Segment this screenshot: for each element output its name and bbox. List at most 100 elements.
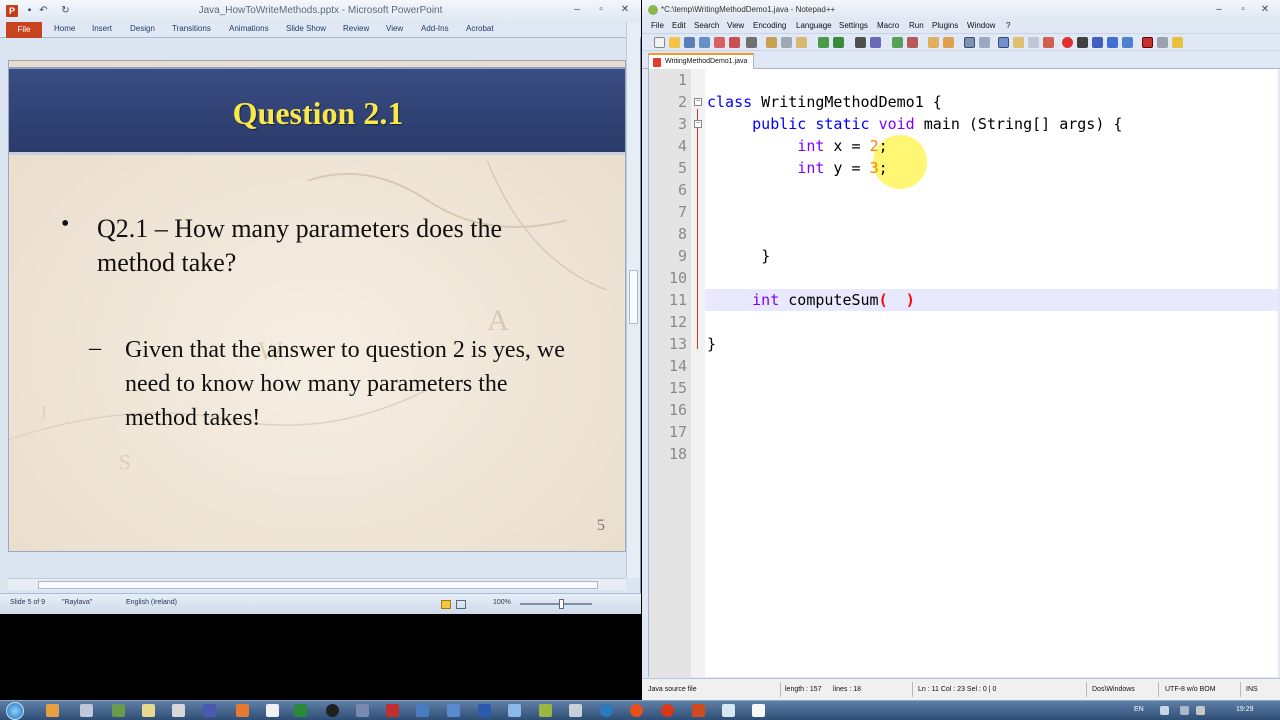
stop-macro-icon[interactable] [1077,37,1088,48]
record-macro-icon[interactable] [1062,37,1073,48]
app-icon[interactable] [80,704,93,717]
open-file-icon[interactable] [669,37,680,48]
input-language[interactable]: EN [1134,706,1144,713]
app-icon[interactable] [447,704,460,717]
cut-icon[interactable] [766,37,777,48]
menu-window[interactable]: Window [967,21,995,30]
fold-toggle-icon[interactable]: − [694,120,702,128]
zoom-out-icon[interactable] [907,37,918,48]
zoom-in-icon[interactable] [892,37,903,48]
word-icon[interactable] [478,704,491,717]
app-icon[interactable] [722,704,735,717]
fold-toggle-icon[interactable]: − [694,98,702,106]
clock[interactable]: 19:29 [1236,706,1254,713]
save-all-icon[interactable] [699,37,710,48]
app-icon[interactable] [266,704,279,717]
tab-add-ins[interactable]: Add-Ins [421,24,449,33]
spell-check-icon[interactable] [1142,37,1153,48]
tab-review[interactable]: Review [343,24,369,33]
tab-acrobat[interactable]: Acrobat [466,24,494,33]
tab-animations[interactable]: Animations [229,24,269,33]
menu-edit[interactable]: Edit [672,21,686,30]
notepadpp-logo-icon[interactable] [648,5,658,15]
menu-help[interactable]: ? [1006,21,1010,30]
tab-transitions[interactable]: Transitions [172,24,211,33]
app-icon[interactable] [236,704,249,717]
save-icon[interactable] [684,37,695,48]
app-icon[interactable] [326,704,339,717]
ie-icon[interactable] [600,704,613,717]
powerpoint-task-icon[interactable] [692,704,705,717]
browser-icon[interactable] [661,704,674,717]
tab-home[interactable]: Home [54,24,75,33]
language[interactable]: English (Ireland) [126,599,177,606]
word-wrap-icon[interactable] [964,37,975,48]
run-macro-multiple-icon[interactable] [1107,37,1118,48]
start-button[interactable] [6,702,24,720]
scroll-thumb[interactable] [38,581,598,589]
tab-design[interactable]: Design [130,24,155,33]
app-icon[interactable] [416,704,429,717]
slide[interactable]: A W S J Question 2.1 • Q2.1 – How many p… [8,60,626,552]
play-macro-icon[interactable] [1092,37,1103,48]
slide-sorter-icon[interactable] [456,600,466,609]
close-button[interactable]: ✕ [614,3,636,18]
close-button[interactable]: ✕ [1254,3,1276,18]
app-icon[interactable] [539,704,552,717]
indent-guide-icon[interactable] [998,37,1009,48]
excel-icon[interactable] [294,704,307,717]
plugin-2-icon[interactable] [1172,37,1183,48]
sync-v-icon[interactable] [928,37,939,48]
menu-plugins[interactable]: Plugins [932,21,958,30]
replace-icon[interactable] [870,37,881,48]
tab-insert[interactable]: Insert [92,24,112,33]
normal-view-icon[interactable] [441,600,451,609]
menu-encoding[interactable]: Encoding [753,21,786,30]
menu-search[interactable]: Search [694,21,719,30]
horizontal-scrollbar[interactable] [8,578,626,590]
minimize-button[interactable]: – [566,3,588,18]
menu-settings[interactable]: Settings [839,21,868,30]
app-icon[interactable] [172,704,185,717]
tab-file[interactable]: File [6,22,42,38]
app-icon[interactable] [386,704,399,717]
copy-icon[interactable] [781,37,792,48]
zoom-slider[interactable] [520,603,592,605]
folder-icon[interactable] [142,704,155,717]
notepadpp-task-icon[interactable] [752,704,765,717]
app-icon[interactable] [356,704,369,717]
volume-icon[interactable] [1196,706,1205,715]
redo-icon[interactable] [833,37,844,48]
menu-file[interactable]: File [651,21,664,30]
menu-run[interactable]: Run [909,21,924,30]
zoom-level[interactable]: 100% [493,599,511,606]
explorer-icon[interactable] [46,704,59,717]
menu-view[interactable]: View [727,21,744,30]
maximize-button[interactable]: ▫ [1232,3,1254,18]
app-icon[interactable] [203,704,216,717]
app-icon[interactable] [508,704,521,717]
menu-language[interactable]: Language [796,21,832,30]
tab-writingmethoddemo1[interactable]: WritingMethodDemo1.java [648,53,754,69]
tab-view[interactable]: View [386,24,403,33]
close-file-icon[interactable] [714,37,725,48]
new-file-icon[interactable] [654,37,665,48]
close-all-icon[interactable] [729,37,740,48]
tray-icon[interactable] [1160,706,1169,715]
minimize-button[interactable]: – [1208,3,1230,18]
app-icon[interactable] [112,704,125,717]
plugin-icon[interactable] [1157,37,1168,48]
sync-h-icon[interactable] [943,37,954,48]
paste-icon[interactable] [796,37,807,48]
menu-macro[interactable]: Macro [877,21,899,30]
function-list-icon[interactable] [1043,37,1054,48]
code-editor[interactable]: − − 1 2 3 4 5 6 7 8 9 10 11 12 13 14 15 … [648,69,1278,677]
find-icon[interactable] [855,37,866,48]
network-icon[interactable] [1180,706,1189,715]
maximize-button[interactable]: ▫ [590,3,612,18]
undo-icon[interactable] [818,37,829,48]
vertical-scrollbar[interactable] [626,22,640,578]
doc-map-icon[interactable] [1028,37,1039,48]
print-icon[interactable] [746,37,757,48]
tab-slide-show[interactable]: Slide Show [286,24,326,33]
